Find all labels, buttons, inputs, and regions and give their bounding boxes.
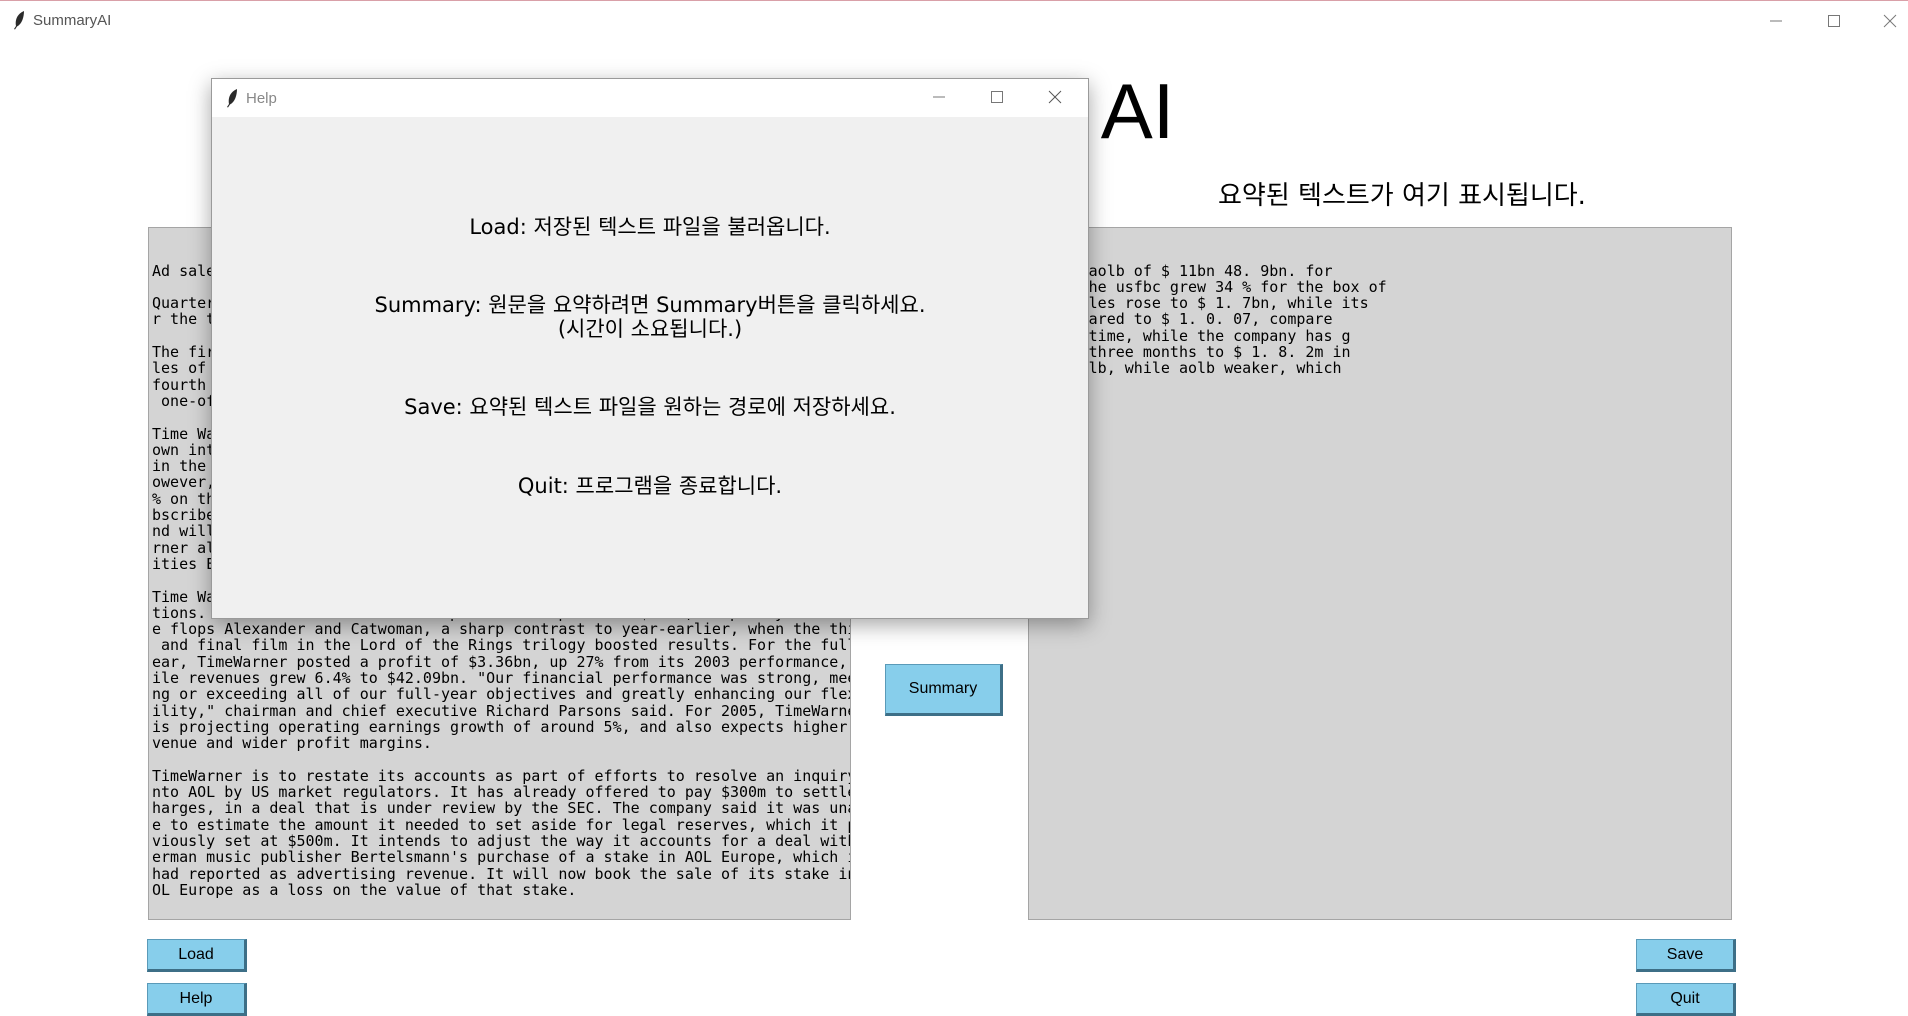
- close-icon: [1883, 14, 1897, 28]
- close-button[interactable]: [1862, 1, 1908, 41]
- load-button[interactable]: Load: [147, 939, 247, 972]
- help-load-line: Load: 저장된 텍스트 파일을 불러옵니다.: [469, 215, 831, 239]
- help-button[interactable]: Help: [147, 983, 247, 1016]
- help-save-line: Save: 요약된 텍스트 파일을 원하는 경로에 저장하세요.: [404, 395, 896, 419]
- help-close-button[interactable]: [1027, 78, 1083, 116]
- help-maximize-button[interactable]: [969, 78, 1025, 116]
- summary-button[interactable]: Summary: [885, 664, 1003, 716]
- close-icon: [1048, 90, 1062, 104]
- help-minimize-button[interactable]: [911, 78, 967, 116]
- maximize-button[interactable]: [1806, 1, 1862, 41]
- help-summary-note: (시간이 소요됩니다.): [557, 317, 743, 341]
- help-title: Help: [246, 90, 277, 107]
- minimize-icon: [1770, 20, 1782, 22]
- maximize-icon: [1828, 15, 1840, 27]
- summary-text-area[interactable]: time warner has been the first in the us…: [1028, 227, 1732, 920]
- help-dialog[interactable]: Help Load: 저장된 텍스트 파일을 불러옵니다. Summary: 원…: [211, 78, 1089, 619]
- minimize-button[interactable]: [1748, 1, 1804, 41]
- app-titlebar: SummaryAI: [0, 0, 1908, 41]
- summary-text: time warner has been the first in the us…: [1029, 261, 1387, 378]
- quit-button[interactable]: Quit: [1636, 983, 1736, 1016]
- app-title: SummaryAI: [33, 12, 112, 29]
- save-button[interactable]: Save: [1636, 939, 1736, 972]
- feather-icon: [14, 11, 24, 30]
- help-quit-line: Quit: 프로그램을 종료합니다.: [517, 474, 783, 498]
- feather-icon: [227, 89, 237, 108]
- help-titlebar[interactable]: Help: [212, 79, 1088, 117]
- minimize-icon: [933, 96, 945, 98]
- maximize-icon: [991, 91, 1003, 103]
- help-summary-line: Summary: 원문을 요약하려면 Summary버튼을 클릭하세요.: [374, 293, 926, 317]
- summary-caption: 요약된 텍스트가 여기 표시됩니다.: [1218, 181, 1586, 211]
